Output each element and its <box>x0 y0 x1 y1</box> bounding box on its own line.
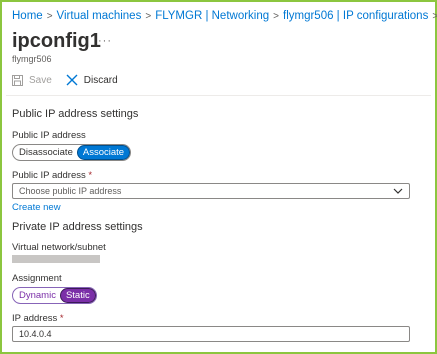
save-icon <box>12 74 23 86</box>
dynamic-option[interactable]: Dynamic <box>14 289 61 302</box>
page-subtitle: flymgr506 <box>12 54 52 64</box>
public-ip-select-label-text: Public IP address <box>12 170 86 181</box>
required-marker: * <box>88 170 93 181</box>
redacted-vnet-value <box>12 255 100 263</box>
command-bar: Save Discard <box>12 74 132 86</box>
vnet-subnet-label: Virtual network/subnet <box>12 242 106 253</box>
save-button[interactable]: Save <box>12 74 52 86</box>
chevron-right-icon: > <box>145 11 152 22</box>
chevron-down-icon <box>393 188 403 194</box>
save-label: Save <box>29 74 52 86</box>
breadcrumb-virtual-machines[interactable]: Virtual machines <box>57 10 142 22</box>
ip-address-input[interactable] <box>12 326 410 342</box>
more-options-button[interactable]: ··· <box>98 35 112 47</box>
breadcrumb-ip-configurations[interactable]: flymgr506 | IP configurations <box>283 10 428 22</box>
public-ip-section-title: Public IP address settings <box>12 108 139 120</box>
breadcrumb-home[interactable]: Home <box>12 10 43 22</box>
chevron-right-icon: > <box>46 11 53 22</box>
assignment-label: Assignment <box>12 273 62 284</box>
page-title: ipconfig1 <box>12 30 101 52</box>
toolbar-divider <box>6 95 431 96</box>
ip-address-label-text: IP address <box>12 313 58 324</box>
discard-button[interactable]: Discard <box>66 74 118 86</box>
breadcrumb: Home > Virtual machines > FLYMGR | Networkin… <box>12 10 437 22</box>
discard-label: Discard <box>83 74 118 86</box>
create-new-link[interactable]: Create new <box>12 202 61 213</box>
private-ip-section-title: Private IP address settings <box>12 221 143 233</box>
associate-option[interactable]: Associate <box>77 146 130 159</box>
breadcrumb-vm-networking[interactable]: FLYMGR | Networking <box>155 10 269 22</box>
public-ip-toggle: Disassociate Associate <box>12 144 132 161</box>
assignment-toggle: Dynamic Static <box>12 287 97 304</box>
disassociate-option[interactable]: Disassociate <box>14 146 78 159</box>
public-ip-dropdown-placeholder: Choose public IP address <box>19 186 122 196</box>
required-marker: * <box>59 313 64 324</box>
static-option[interactable]: Static <box>60 289 95 302</box>
close-icon <box>66 74 78 86</box>
panel-frame: Home > Virtual machines > FLYMGR | Networkin… <box>0 0 437 354</box>
public-ip-dropdown[interactable]: Choose public IP address <box>12 183 410 199</box>
chevron-right-icon: > <box>273 11 279 22</box>
ip-address-label: IP address * <box>12 313 64 324</box>
public-ip-toggle-label: Public IP address <box>12 130 86 141</box>
chevron-right-icon: > <box>432 11 437 22</box>
public-ip-select-label: Public IP address * <box>12 170 92 181</box>
